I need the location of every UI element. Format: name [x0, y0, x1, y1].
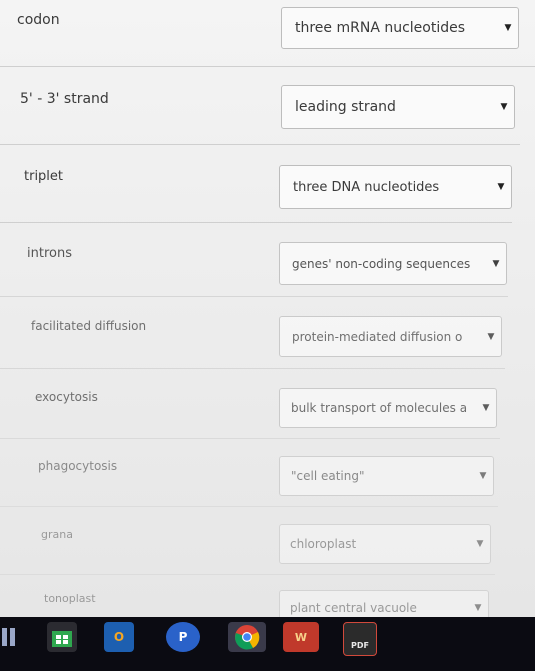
chevron-down-icon: ▼	[476, 539, 484, 549]
matching-question: codon three mRNA nucleotides ▼ 5' - 3' s…	[0, 0, 535, 630]
answer-dropdown[interactable]: three mRNA nucleotides ▼	[281, 7, 519, 49]
dropdown-value: chloroplast	[290, 537, 357, 551]
answer-dropdown[interactable]: genes' non-coding sequences ▼	[279, 242, 507, 285]
chevron-down-icon: ▼	[474, 603, 482, 613]
dropdown-value: genes' non-coding sequences	[292, 256, 471, 271]
pdf-icon[interactable]: PDF	[343, 622, 377, 656]
term-label: 5' - 3' strand	[20, 91, 109, 107]
pdf-label: PDF	[351, 640, 369, 650]
outlook-letter: O	[113, 630, 125, 644]
store-icon[interactable]	[47, 622, 77, 652]
chevron-down-icon: ▼	[479, 471, 487, 481]
row-divider	[0, 296, 508, 297]
chevron-down-icon: ▼	[482, 403, 490, 413]
dropdown-value: protein-mediated diffusion o	[292, 329, 463, 344]
publisher-icon[interactable]: P	[166, 622, 200, 652]
term-label: phagocytosis	[38, 459, 118, 473]
word-letter: W	[294, 630, 308, 644]
chrome-icon[interactable]	[228, 622, 266, 652]
task-view-icon[interactable]	[0, 622, 18, 652]
publisher-letter: P	[178, 630, 188, 644]
answer-dropdown[interactable]: "cell eating" ▼	[279, 456, 494, 496]
row-divider	[0, 368, 505, 369]
taskbar: O P W PDF	[0, 617, 535, 671]
answer-dropdown[interactable]: protein-mediated diffusion o ▼	[279, 316, 502, 357]
term-label: tonoplast	[44, 592, 96, 605]
row-divider	[0, 144, 520, 145]
row-divider	[0, 438, 500, 439]
dropdown-value: bulk transport of molecules a	[291, 401, 468, 415]
answer-dropdown[interactable]: three DNA nucleotides ▼	[279, 165, 512, 209]
term-label: introns	[27, 246, 72, 261]
answer-dropdown[interactable]: leading strand ▼	[281, 85, 515, 129]
dropdown-value: "cell eating"	[291, 469, 365, 483]
row-divider	[0, 222, 512, 223]
term-label: facilitated diffusion	[31, 319, 147, 333]
term-label: grana	[41, 528, 73, 541]
answer-dropdown[interactable]: chloroplast ▼	[279, 524, 491, 564]
dropdown-value: leading strand	[295, 99, 396, 115]
term-label: exocytosis	[35, 390, 98, 404]
dropdown-value: three mRNA nucleotides	[295, 20, 466, 36]
chevron-down-icon: ▼	[487, 331, 495, 342]
dropdown-value: plant central vacuole	[290, 601, 417, 615]
row-divider	[0, 506, 498, 507]
word-icon[interactable]: W	[283, 622, 319, 652]
row-divider	[0, 574, 495, 575]
row-divider	[0, 66, 535, 67]
dropdown-value: three DNA nucleotides	[293, 179, 440, 195]
answer-dropdown[interactable]: bulk transport of molecules a ▼	[279, 388, 497, 428]
chevron-down-icon: ▼	[500, 102, 508, 112]
term-label: triplet	[24, 169, 64, 184]
chevron-down-icon: ▼	[497, 182, 505, 192]
outlook-icon[interactable]: O	[104, 622, 134, 652]
term-label: codon	[17, 12, 60, 28]
chevron-down-icon: ▼	[492, 258, 500, 269]
chevron-down-icon: ▼	[504, 23, 512, 33]
